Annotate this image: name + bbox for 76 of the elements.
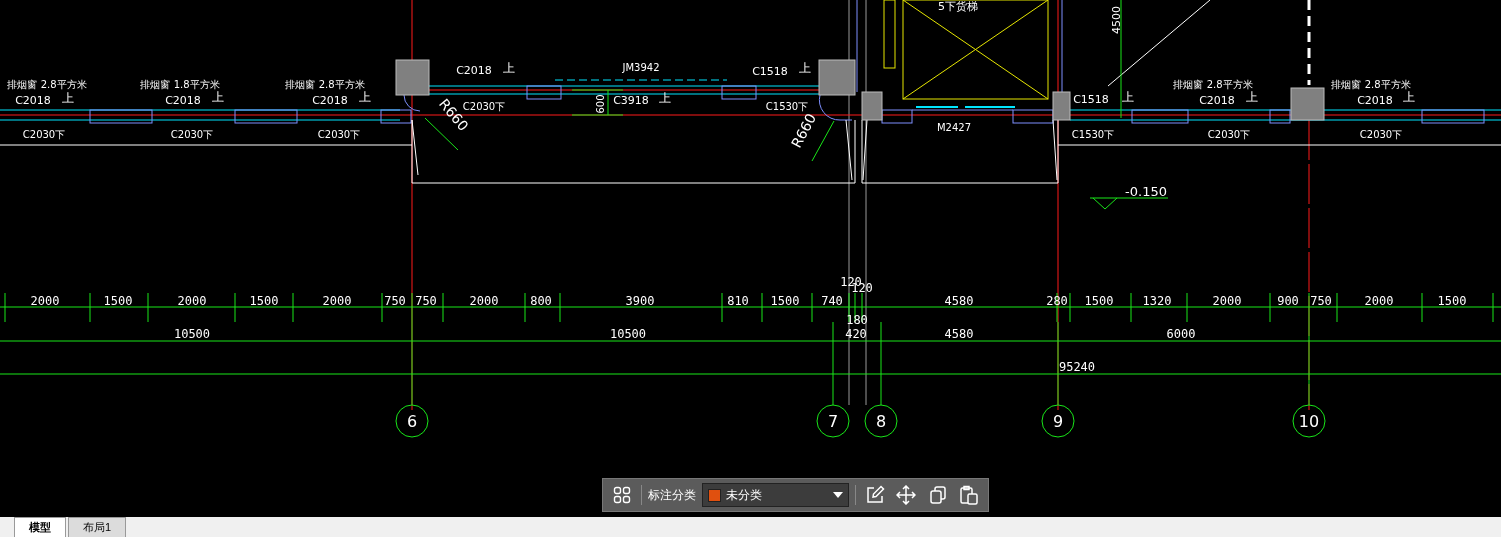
plan-label: C2018 — [165, 94, 201, 107]
dimension-text: 2000 — [1212, 294, 1242, 308]
dimension-text: 1500 — [249, 294, 279, 308]
plan-label: C1530下 — [765, 101, 809, 112]
category-label: 标注分类 — [647, 486, 696, 504]
dimension-text: 1500 — [103, 294, 133, 308]
plan-label: C2030下 — [1207, 129, 1251, 140]
plan-label: 排烟窗 2.8平方米 — [7, 79, 87, 90]
plan-label: C2030下 — [317, 129, 361, 140]
plan-label: C2018 — [312, 94, 348, 107]
plan-label: C2030下 — [170, 129, 214, 140]
dimension-text: 4580 — [944, 294, 974, 308]
plan-label: 上 — [62, 91, 74, 105]
plan-label: 600 — [595, 94, 606, 114]
plan-label: 上 — [1246, 90, 1258, 104]
plan-label: 上 — [1403, 90, 1415, 104]
dimension-text: 4580 — [944, 327, 974, 341]
dimension-text: 800 — [530, 294, 552, 308]
plan-label: 排烟窗 2.8平方米 — [1173, 79, 1253, 90]
axis-bubble: 10 — [1292, 404, 1326, 438]
dimension-text: 750 — [1310, 294, 1332, 308]
axis-bubble: 7 — [816, 404, 850, 438]
plan-label: C1530下 — [1071, 129, 1115, 140]
dimension-text: 3900 — [625, 294, 655, 308]
dimension-text: 1500 — [1437, 294, 1467, 308]
dimension-text: 1500 — [1084, 294, 1114, 308]
plan-label: C2018 — [1357, 94, 1393, 107]
dimension-text: 2000 — [177, 294, 207, 308]
caret-icon — [832, 492, 843, 498]
plan-label: 上 — [359, 90, 371, 104]
dimension-text: 810 — [727, 294, 749, 308]
plan-label: C3918 — [613, 94, 649, 107]
plan-label: C2018 — [15, 94, 51, 107]
plan-label: 上 — [1122, 90, 1134, 104]
layout-tab[interactable]: 模型 — [14, 517, 66, 537]
category-dropdown[interactable]: 未分类 — [701, 483, 849, 507]
dimension-text: 2000 — [322, 294, 352, 308]
dimension-text: 2000 — [469, 294, 499, 308]
dimension-text: 750 — [415, 294, 437, 308]
plan-label: 上 — [503, 61, 515, 75]
move-icon[interactable] — [893, 482, 919, 508]
dimension-text: 750 — [384, 294, 406, 308]
dimension-text: 10500 — [609, 327, 647, 341]
dimension-text: 1320 — [1142, 294, 1172, 308]
plan-label: 排烟窗 2.8平方米 — [285, 79, 365, 90]
plan-label: 5下货梯 — [938, 0, 978, 13]
plan-label: 上 — [799, 61, 811, 75]
plan-label: JM3942 — [622, 62, 660, 73]
plan-label: M2427 — [936, 122, 972, 133]
dimension-text: 180 — [846, 313, 868, 327]
plan-label: C2018 — [456, 64, 492, 77]
dimension-text: 1500 — [770, 294, 800, 308]
plan-label: 4500 — [1110, 6, 1123, 34]
plan-label: 排烟窗 1.8平方米 — [140, 79, 220, 90]
plan-label: 上 — [659, 91, 671, 105]
dimension-text: 95240 — [1058, 360, 1096, 374]
plan-label: 上 — [212, 90, 224, 104]
plan-label: C2018 — [1199, 94, 1235, 107]
plan-label: C1518 — [752, 65, 788, 78]
plan-label: C1518 — [1073, 93, 1109, 106]
dimension-text: 900 — [1277, 294, 1299, 308]
dimension-text: 2000 — [1364, 294, 1394, 308]
layout-tab[interactable]: 布局1 — [68, 517, 127, 537]
axis-bubble: 8 — [864, 404, 898, 438]
dimension-text: 420 — [845, 327, 867, 341]
dimension-text: 10500 — [173, 327, 211, 341]
axis-bubble: 6 — [395, 404, 429, 438]
plan-label: C2030下 — [1359, 129, 1403, 140]
axis-bubble: 9 — [1041, 404, 1075, 438]
plan-label: C2030下 — [22, 129, 66, 140]
plan-label: 排烟窗 2.8平方米 — [1331, 79, 1411, 90]
plan-label: -0.150 — [1125, 184, 1167, 199]
dimension-text: 740 — [821, 294, 843, 308]
dimension-text: 2000 — [30, 294, 60, 308]
dimension-text: 280 — [1046, 294, 1068, 308]
dimension-text: 6000 — [1166, 327, 1196, 341]
